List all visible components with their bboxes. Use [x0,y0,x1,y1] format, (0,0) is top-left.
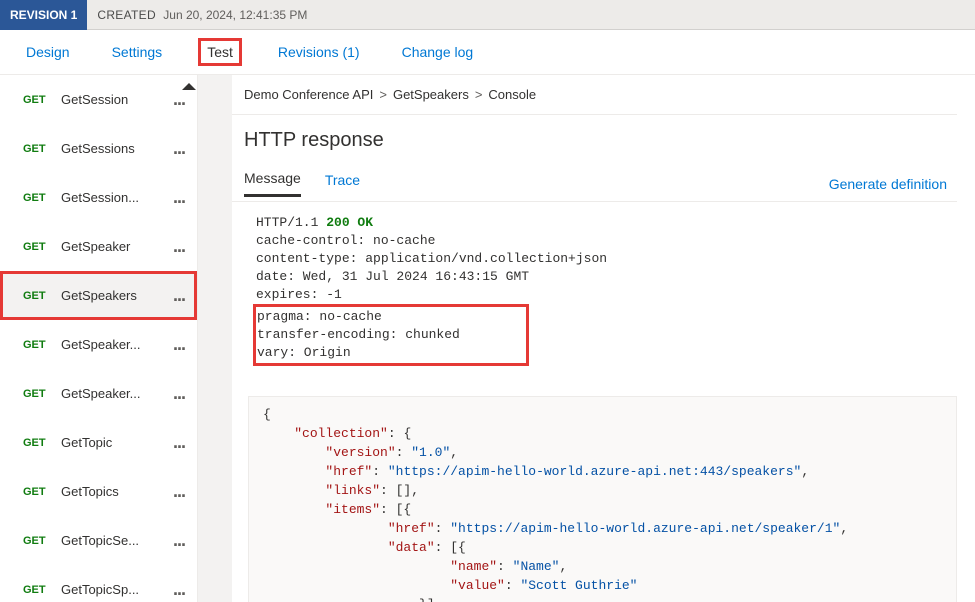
revision-badge[interactable]: REVISION 1 [0,0,87,30]
operation-item[interactable]: GETGetTopicSp...... [0,565,197,602]
operation-name: GetSessions [61,141,164,156]
header-date: date: Wed, 31 Jul 2024 16:43:15 GMT [256,269,529,284]
chevron-right-icon: > [475,87,483,102]
operation-name: GetTopicSp... [61,582,164,597]
http-method: GET [23,486,61,498]
revision-created-text: CREATED Jun 20, 2024, 12:41:35 PM [97,8,307,22]
scroll-track[interactable] [198,75,232,602]
header-cache-control: cache-control: no-cache [256,233,435,248]
operation-item[interactable]: GETGetSpeakers... [0,271,197,320]
breadcrumb-api[interactable]: Demo Conference API [244,87,373,102]
more-icon[interactable]: ... [164,383,194,404]
operation-item[interactable]: GETGetTopic... [0,418,197,467]
http-method: GET [23,290,61,302]
revision-timestamp: Jun 20, 2024, 12:41:35 PM [163,8,307,22]
operation-item[interactable]: GETGetSpeaker...... [0,369,197,418]
header-content-type: content-type: application/vnd.collection… [256,251,607,266]
more-icon[interactable]: ... [164,334,194,355]
operation-name: GetSpeaker... [61,337,164,352]
http-version: HTTP/1.1 [256,215,326,230]
content-area: Demo Conference API > GetSpeakers > Cons… [198,75,975,602]
revision-created-label: CREATED [97,8,156,22]
page-title: HTTP response [232,115,957,166]
http-method: GET [23,339,61,351]
more-icon[interactable]: ... [164,187,194,208]
operation-item[interactable]: GETGetSession... [0,75,197,124]
more-icon[interactable]: ... [164,285,194,306]
status-code: 200 OK [326,215,373,230]
http-method: GET [23,94,61,106]
highlighted-headers: pragma: no-cache transfer-encoding: chun… [253,304,529,366]
more-icon[interactable]: ... [164,432,194,453]
breadcrumb-operation[interactable]: GetSpeakers [393,87,469,102]
tab-settings[interactable]: Settings [106,41,169,63]
operation-name: GetTopics [61,484,164,499]
operation-name: GetSession [61,92,164,107]
sub-tab-message[interactable]: Message [244,170,301,197]
tab-design[interactable]: Design [20,41,76,63]
operation-item[interactable]: GETGetSpeaker... [0,222,197,271]
http-method: GET [23,241,61,253]
more-icon[interactable]: ... [164,89,194,110]
operation-item[interactable]: GETGetTopicSe...... [0,516,197,565]
generate-definition-link[interactable]: Generate definition [829,176,947,192]
operation-name: GetTopic [61,435,164,450]
header-expires: expires: -1 [256,287,342,302]
header-transfer-encoding: transfer-encoding: chunked [257,327,460,342]
operation-name: GetTopicSe... [61,533,164,548]
http-method: GET [23,437,61,449]
response-tabs: Message Trace Generate definition [232,166,957,202]
http-method: GET [23,535,61,547]
tab-change-log[interactable]: Change log [396,41,480,63]
breadcrumb-console: Console [488,87,536,102]
more-icon[interactable]: ... [164,138,194,159]
http-method: GET [23,388,61,400]
more-icon[interactable]: ... [164,236,194,257]
more-icon[interactable]: ... [164,579,194,600]
operation-item[interactable]: GETGetSessions... [0,124,197,173]
operations-sidebar: GETGetSession...GETGetSessions...GETGetS… [0,75,198,602]
tabs-row: Design Settings Test Revisions (1) Chang… [0,30,975,75]
breadcrumb: Demo Conference API > GetSpeakers > Cons… [232,75,957,115]
header-pragma: pragma: no-cache [257,309,382,324]
response-headers: HTTP/1.1 200 OK cache-control: no-cache … [232,202,957,602]
response-json: { "collection": { "version": "1.0", "hre… [248,396,957,602]
revision-bar: REVISION 1 CREATED Jun 20, 2024, 12:41:3… [0,0,975,30]
operation-item[interactable]: GETGetSession...... [0,173,197,222]
chevron-right-icon: > [379,87,387,102]
operation-name: GetSpeaker... [61,386,164,401]
scroll-up-icon[interactable] [181,81,197,91]
tab-revisions[interactable]: Revisions (1) [272,41,366,63]
header-vary: vary: Origin [257,345,351,360]
operation-item[interactable]: GETGetTopics... [0,467,197,516]
operation-name: GetSession... [61,190,164,205]
operation-name: GetSpeakers [61,288,164,303]
more-icon[interactable]: ... [164,481,194,502]
operation-item[interactable]: GETGetSpeaker...... [0,320,197,369]
http-method: GET [23,143,61,155]
operation-name: GetSpeaker [61,239,164,254]
tab-test[interactable]: Test [198,38,242,66]
http-method: GET [23,192,61,204]
sub-tab-trace[interactable]: Trace [325,172,360,196]
more-icon[interactable]: ... [164,530,194,551]
http-method: GET [23,584,61,596]
